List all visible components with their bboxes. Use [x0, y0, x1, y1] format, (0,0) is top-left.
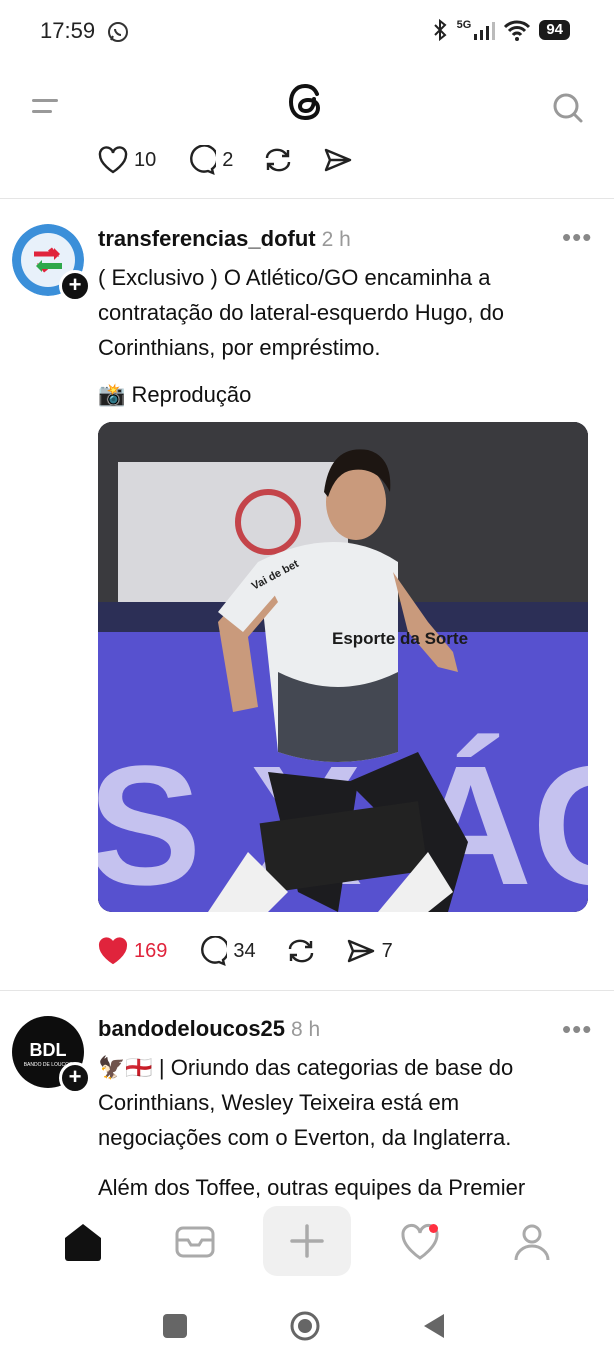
profile-icon[interactable] [510, 1220, 554, 1264]
home-button[interactable] [289, 1310, 321, 1347]
plus-icon [290, 1224, 324, 1258]
send-icon [347, 939, 374, 963]
share-count: 7 [381, 939, 393, 962]
wifi-icon [504, 20, 531, 41]
post-header: transferencias_dofut 2 h [98, 226, 351, 252]
repost-button[interactable] [286, 937, 316, 965]
post-divider [0, 990, 614, 991]
like-button[interactable]: 169 [98, 937, 167, 965]
menu-icon[interactable] [32, 96, 58, 116]
sponsor-text: Esporte da Sorte [332, 629, 468, 648]
post-text-continued: Além dos Toffee, outras equipes da Premi… [98, 1175, 526, 1200]
bluetooth-icon [433, 18, 447, 42]
post-time: 2 h [321, 228, 351, 251]
search-icon[interactable] [552, 92, 584, 124]
post-text: 🦅🏴󠁧󠁢󠁥󠁮󠁧󠁿 | Oriundo das categorias de bas… [98, 1055, 514, 1150]
post-text: ( Exclusivo ) O Atlético/GO encaminha a … [98, 265, 505, 360]
follow-button[interactable]: + [59, 1062, 91, 1094]
signal-icon [474, 22, 496, 40]
threads-logo[interactable] [283, 78, 331, 126]
compose-button[interactable] [263, 1206, 351, 1276]
share-button[interactable]: 7 [346, 938, 393, 964]
repost-button[interactable] [263, 146, 293, 174]
home-icon[interactable] [61, 1220, 105, 1264]
post-image[interactable]: S X ÁGUA Esporte da Sorte Vai de bet [98, 422, 588, 912]
post-header: bandodeloucos25 8 h [98, 1016, 320, 1042]
heart-filled-icon [98, 937, 128, 965]
activity-icon[interactable] [398, 1220, 442, 1264]
reply-count: 34 [233, 939, 256, 962]
reply-count: 2 [222, 148, 234, 171]
post-actions: 169 34 7 [98, 932, 423, 970]
reply-button[interactable]: 2 [186, 145, 233, 175]
status-time: 17:59 [40, 18, 96, 43]
battery-indicator: 94 [539, 20, 570, 40]
repost-icon [266, 148, 291, 172]
post-caption: 📸 Reprodução [98, 382, 252, 407]
like-count: 169 [134, 939, 168, 962]
username[interactable]: transferencias_dofut [98, 226, 316, 251]
like-button[interactable]: 10 [98, 146, 156, 174]
heart-icon [98, 146, 128, 174]
repost-icon [288, 939, 313, 963]
bottom-nav [0, 1206, 614, 1278]
comment-icon [190, 145, 217, 175]
status-indicators: 5G 94 [431, 18, 570, 42]
more-options-icon[interactable]: ••• [562, 222, 592, 253]
comment-icon [201, 936, 228, 966]
notification-dot [429, 1224, 438, 1233]
share-button[interactable] [323, 147, 353, 173]
more-options-icon[interactable]: ••• [562, 1014, 592, 1045]
post-divider [0, 198, 614, 199]
follow-button[interactable]: + [59, 270, 91, 302]
inbox-icon[interactable] [173, 1220, 217, 1264]
avatar-text: BDL [29, 1040, 67, 1060]
recents-button[interactable] [163, 1314, 187, 1338]
previous-post-actions: 10 2 [98, 142, 383, 178]
reply-button[interactable]: 34 [197, 936, 256, 966]
like-count: 10 [134, 148, 157, 171]
post-time: 8 h [291, 1018, 321, 1041]
back-button[interactable] [422, 1312, 446, 1345]
username[interactable]: bandodeloucos25 [98, 1016, 285, 1041]
whatsapp-icon [106, 20, 130, 49]
network-label: 5G [456, 19, 472, 31]
send-icon [325, 148, 352, 172]
system-nav [0, 1296, 614, 1356]
